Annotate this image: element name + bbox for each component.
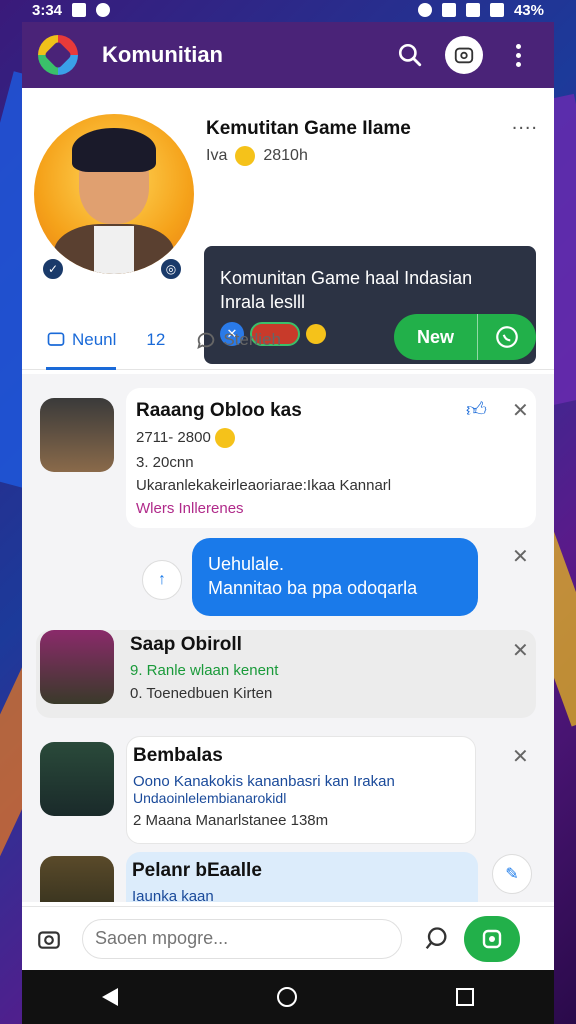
chat-icon [47,332,65,346]
sync-icon [96,3,111,17]
reply-icon[interactable]: ↑ [142,560,182,600]
home-icon[interactable] [276,987,297,1007]
post-line: 0. Toenedbuen Kirten [130,685,273,702]
whatsapp-chat-icon[interactable] [478,324,536,350]
composer [22,906,554,970]
recents-icon[interactable] [456,988,475,1006]
profile-meta-label: Iva [206,147,228,164]
post-line: Wlers Inllerenes [136,500,244,517]
verified-check-icon: ✓ [40,256,66,282]
new-post-button[interactable]: New [394,314,536,360]
smiley-icon [235,146,256,166]
post-card[interactable]: Bembalas Oono Kanakokis kananbasri kan I… [126,736,476,844]
app-logo-icon [38,35,78,75]
search-button[interactable] [390,35,430,75]
tab-count[interactable]: 12 [146,310,165,370]
message-input[interactable] [82,918,402,959]
camera-icon [454,47,474,64]
new-button-label: New [416,326,454,347]
search-icon [398,43,422,67]
reply-bubble[interactable]: Uehulale. Mannitao ba ppa odoqarla [192,538,478,616]
avatar[interactable] [40,742,114,816]
more-options-button[interactable] [498,35,538,75]
send-icon [482,929,502,948]
close-icon[interactable]: ✕ [512,744,529,769]
tab-count-label: 12 [146,329,166,349]
notification-icon [72,3,87,17]
status-time: 3:34 [32,1,63,19]
location-icon [417,3,432,17]
profile-meta: Iva 2810h [206,146,308,166]
camera-button[interactable] [34,924,64,954]
camera-icon [38,930,60,949]
app-window: Komunitian Kemutitan Game Ilame Iva 2810… [22,22,554,970]
post-line: 2711- 2800 [136,428,526,448]
tab-label: Neunl [72,329,117,349]
comment-icon [197,332,215,349]
avatar[interactable] [40,398,114,472]
post-card[interactable]: Pelanr bEaalle Iaunka kaan [126,852,478,902]
controller-icon: ◎ [158,256,184,282]
close-icon[interactable]: ✕ [512,638,529,663]
post-title: Pelanr bEaalle [132,860,262,881]
post-line: Undaoinlelembianarokidl [133,790,287,806]
post-title: Saap Obiroll [130,634,242,655]
post-line: 3. 20cnn [136,454,194,471]
status-bar: 3:34 43% [0,0,576,20]
profile-meta-time: 2810h [263,147,308,164]
tab-bar: Neunl 12 Sterlieh New [22,310,554,370]
avatar[interactable] [34,114,194,274]
battery-icon [489,3,504,17]
close-icon[interactable]: ✕ [512,398,529,423]
back-icon[interactable] [101,988,118,1006]
post-body: Saap Obiroll 9. Ranle wlaan kenent 0. To… [130,634,278,702]
tab-label: Sterlieh [223,329,281,349]
send-button[interactable] [464,915,520,962]
battery-level: 43% [513,1,544,19]
camera-button[interactable] [444,35,484,75]
speech-bubble-icon [425,926,447,949]
profile-name: Kemutitan Game Ilame [206,118,411,139]
avatar[interactable] [40,630,114,704]
avatar[interactable] [40,856,114,902]
app-bar: Komunitian [22,22,554,88]
more-vert-icon [515,43,521,67]
post-line: Ukaranlekakeirleaoriarae:Ikaa Kannarl [136,477,392,494]
reply-line: Uehulale. [208,554,285,574]
edit-icon[interactable]: ✎ [492,854,532,894]
tab-sterlieh[interactable]: Sterlieh [195,310,281,370]
app-title: Komunitian [102,42,223,67]
post-title: Bembalas [133,745,223,766]
reply-line: Mannitao ba ppa odoqarla [208,578,418,598]
feed: Raaang Obloo kas 2711- 2800 3. 20cnn Uka… [22,374,554,902]
profile-more-button[interactable]: .... [512,112,538,135]
close-icon[interactable]: ✕ [512,544,529,569]
post-line: 2 Maana Manarlstanee 138m [133,812,329,829]
info-title: Komunitan Game haal Indasian Inrala lesl… [220,268,473,312]
post-line: 9. Ranle wlaan kenent [130,662,279,679]
mention-button[interactable] [420,923,452,955]
system-nav-bar [22,970,554,1024]
community-profile: Kemutitan Game Ilame Iva 2810h .... Komu… [22,88,554,364]
post-line: Iaunka kaan [132,888,214,902]
wifi-icon [441,3,456,17]
signal-icon [465,3,480,17]
post-line: Oono Kanakokis kananbasri kan Irakan [133,773,395,790]
thumbs-up-icon[interactable]: 👍︎ [466,398,487,422]
tab-neunl[interactable]: Neunl [46,310,117,370]
